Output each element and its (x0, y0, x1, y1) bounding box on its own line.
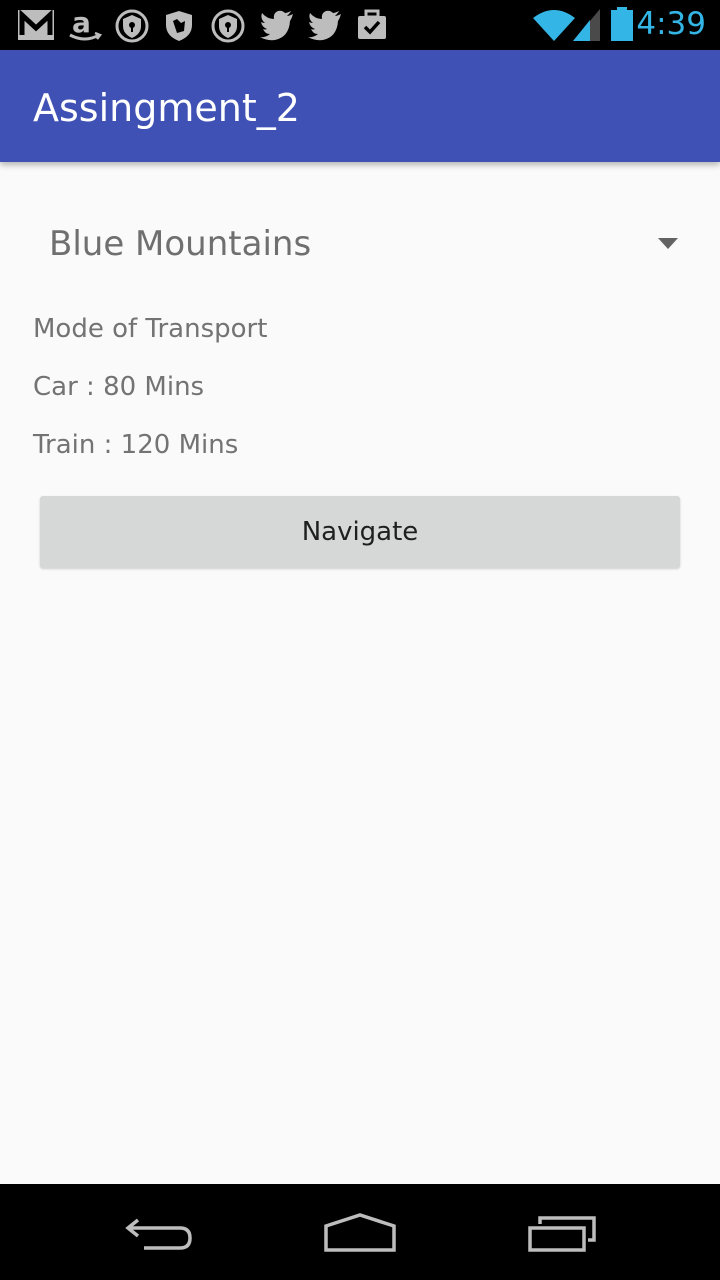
status-bar: a 4:39 (0, 0, 720, 50)
main-content: Blue Mountains Mode of Transport Car : 8… (0, 162, 720, 1184)
app-bar: Assingment_2 (0, 50, 720, 162)
svg-text:a: a (72, 9, 91, 39)
cell-signal-icon (573, 9, 600, 41)
back-icon[interactable] (124, 1214, 196, 1254)
destination-spinner[interactable]: Blue Mountains (32, 208, 696, 280)
briefcase-check-icon (358, 9, 386, 39)
vpn-shield-icon (211, 9, 245, 43)
status-time: 4:39 (636, 6, 706, 42)
wifi-icon (533, 10, 575, 41)
app-title: Assingment_2 (33, 86, 300, 130)
battery-icon (611, 7, 633, 41)
home-icon[interactable] (322, 1212, 398, 1254)
navigate-button[interactable]: Navigate (40, 496, 680, 568)
twitter-icon (260, 10, 293, 41)
transport-heading: Mode of Transport (33, 314, 268, 344)
spinner-selected-value: Blue Mountains (49, 224, 312, 264)
gmail-icon (18, 9, 54, 40)
twitter-icon (308, 10, 341, 41)
recent-apps-icon[interactable] (526, 1214, 598, 1254)
hand-shield-icon (166, 11, 192, 41)
car-time-text: Car : 80 Mins (33, 372, 205, 402)
navigation-bar (0, 1184, 720, 1280)
amazon-icon: a (69, 9, 102, 41)
vpn-shield-icon (115, 9, 149, 43)
dropdown-arrow-icon (658, 238, 678, 249)
train-time-text: Train : 120 Mins (33, 430, 239, 460)
